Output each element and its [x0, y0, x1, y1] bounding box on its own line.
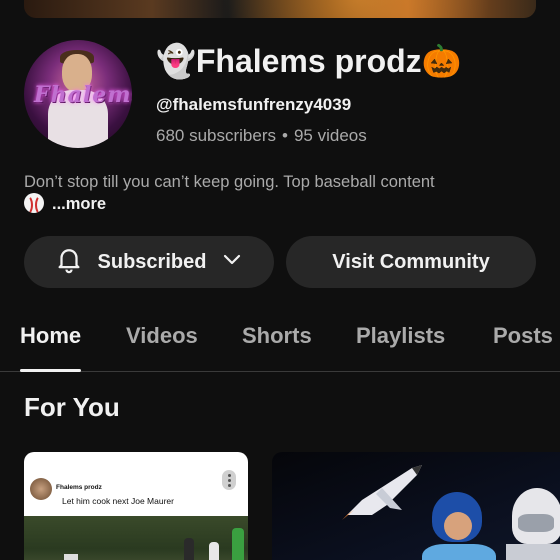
- channel-tabs: Home Videos Shorts Playlists Posts: [0, 318, 560, 372]
- thumbnail-screen: [64, 554, 78, 560]
- card-author-avatar: [30, 478, 52, 500]
- thumbnail-person: [209, 542, 219, 560]
- baseball-icon: [24, 193, 44, 215]
- subscribed-button[interactable]: Subscribed: [24, 236, 274, 288]
- more-vert-icon[interactable]: [222, 470, 236, 490]
- visit-community-button[interactable]: Visit Community: [286, 236, 536, 288]
- channel-name: 👻Fhalems prodz🎃: [156, 43, 462, 79]
- player-blue-jays: [422, 492, 496, 560]
- tab-posts[interactable]: Posts: [493, 318, 553, 372]
- description-text: Don’t stop till you can’t keep going. To…: [24, 173, 435, 191]
- thumbnail-person: [232, 528, 244, 560]
- player-jersey: [506, 544, 560, 560]
- for-you-heading: For You: [24, 392, 120, 422]
- subscriber-count: 680 subscribers: [156, 126, 277, 145]
- card-author-name: Fhalems prodz: [56, 484, 102, 491]
- player-face: [444, 512, 472, 540]
- video-card-short[interactable]: Fhalems prodz Let him cook next Joe Maur…: [24, 452, 248, 560]
- tab-videos[interactable]: Videos: [126, 318, 198, 372]
- meta-separator: •: [282, 126, 288, 145]
- channel-banner[interactable]: [24, 0, 536, 18]
- avatar-logo-text: Fhalems: [34, 82, 132, 108]
- channel-meta: 680 subscribers • 95 videos: [156, 126, 367, 146]
- player-helmet: [506, 488, 560, 560]
- visit-community-label: Visit Community: [332, 250, 490, 273]
- video-count: 95 videos: [293, 126, 367, 145]
- channel-description[interactable]: Don’t stop till you can’t keep going. To…: [24, 171, 544, 215]
- space-shuttle-icon: [342, 465, 422, 520]
- player-jersey: [422, 544, 496, 560]
- video-card-thumbnail[interactable]: [272, 452, 560, 560]
- channel-handle: @fhalemsfunfrenzy4039: [156, 95, 352, 114]
- more-link[interactable]: ...more: [52, 195, 106, 213]
- tab-home[interactable]: Home: [20, 318, 82, 372]
- chevron-down-icon: [220, 247, 244, 277]
- helmet-facemask: [518, 514, 554, 532]
- subscribed-label: Subscribed: [97, 250, 207, 273]
- channel-avatar[interactable]: Fhalems: [24, 40, 132, 148]
- card-thumbnail: [24, 516, 248, 560]
- tab-shorts[interactable]: Shorts: [242, 318, 312, 372]
- thumbnail-person: [184, 538, 194, 560]
- tab-playlists[interactable]: Playlists: [356, 318, 445, 372]
- bell-icon: [54, 244, 84, 280]
- card-caption: Let him cook next Joe Maurer: [62, 496, 174, 506]
